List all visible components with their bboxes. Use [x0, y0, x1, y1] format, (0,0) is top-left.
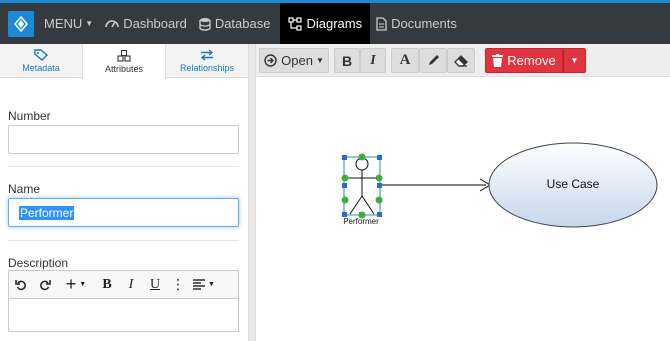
tab-relationships-label: Relationships — [179, 62, 235, 73]
diagram-panel: Open ▼ B I A Remove ▼ Use Case Performer — [256, 44, 670, 341]
diagram-toolbar: Open ▼ B I A Remove ▼ — [256, 44, 670, 77]
bold-icon: B — [102, 276, 112, 292]
association-connector[interactable] — [380, 178, 491, 192]
align-button[interactable]: ▼ — [189, 271, 219, 298]
tab-metadata[interactable]: Metadata — [0, 44, 82, 77]
document-icon — [376, 16, 387, 31]
bold-button[interactable]: B — [334, 48, 360, 73]
open-button[interactable]: Open ▼ — [259, 48, 329, 73]
font-button[interactable]: A — [391, 48, 419, 73]
resize-handle[interactable] — [377, 183, 382, 188]
remove-options-button[interactable]: ▼ — [563, 48, 586, 73]
caret-down-icon: ▼ — [208, 281, 215, 288]
diagram-icon — [288, 16, 303, 31]
app-logo[interactable] — [8, 10, 34, 37]
underline-icon: U — [149, 276, 161, 292]
redo-icon — [40, 279, 51, 290]
top-navbar: MENU ▼ Dashboard Database Diagrams Docum… — [0, 0, 670, 44]
caret-down-icon: ▼ — [79, 281, 87, 288]
tab-attributes-label: Attributes — [104, 63, 144, 74]
resize-handle[interactable] — [342, 183, 347, 188]
tag-icon — [34, 48, 48, 61]
tab-metadata-label: Metadata — [22, 62, 60, 73]
remove-button[interactable]: Remove — [485, 48, 563, 73]
caret-down-icon: ▼ — [570, 56, 579, 65]
properties-tabs: Metadata Attributes Relationships — [0, 44, 248, 79]
panel-splitter[interactable] — [249, 44, 256, 341]
resize-handle[interactable] — [342, 212, 347, 217]
diagram-svg: Use Case Performer — [341, 142, 658, 228]
properties-panel: Metadata Attributes Relationships Number… — [0, 44, 249, 341]
nav-diagrams-label: Diagrams — [306, 16, 363, 31]
description-label: Description — [8, 256, 69, 270]
remove-label: Remove — [507, 53, 556, 68]
dashboard-icon — [105, 19, 120, 27]
name-value: Performer — [19, 206, 75, 220]
align-left-icon — [193, 279, 206, 290]
diagram-canvas[interactable]: Use Case Performer — [256, 78, 670, 341]
italic-button[interactable]: I — [360, 48, 386, 73]
number-field[interactable] — [8, 125, 239, 154]
font-icon: A — [399, 52, 411, 68]
underline-button[interactable]: U — [143, 271, 167, 298]
divider — [8, 166, 239, 167]
redo-button[interactable] — [33, 271, 57, 298]
nav-database[interactable]: Database — [193, 3, 277, 44]
caret-down-icon: ▼ — [315, 56, 324, 65]
actor-shape[interactable] — [348, 157, 376, 215]
italic-button[interactable]: I — [119, 271, 143, 298]
nav-dashboard[interactable]: Dashboard — [99, 3, 193, 44]
description-editor-toolbar: + ▼ B I U ⋮ ▼ — [8, 270, 239, 299]
bold-button[interactable]: B — [95, 271, 119, 298]
connection-point[interactable] — [358, 211, 366, 219]
nav-dashboard-label: Dashboard — [123, 16, 187, 31]
bold-icon: B — [341, 52, 353, 69]
nav-diagrams[interactable]: Diagrams — [280, 3, 371, 44]
connection-point[interactable] — [375, 174, 383, 182]
undo-icon — [15, 279, 26, 290]
name-label: Name — [8, 182, 41, 196]
tab-attributes[interactable]: Attributes — [82, 44, 166, 79]
connection-point[interactable] — [341, 174, 349, 182]
resize-handle[interactable] — [377, 212, 382, 217]
use-case-label: Use Case — [547, 177, 600, 191]
connection-point[interactable] — [375, 196, 383, 204]
italic-icon: I — [128, 276, 134, 292]
exchange-icon — [200, 48, 214, 61]
pencil-icon — [428, 55, 439, 65]
eraser-icon — [454, 54, 468, 67]
connection-point[interactable] — [358, 153, 366, 161]
tab-relationships[interactable]: Relationships — [166, 44, 248, 77]
italic-icon: I — [370, 52, 376, 68]
nav-database-label: Database — [214, 16, 271, 31]
arrow-circle-right-icon — [264, 54, 277, 67]
divider — [8, 240, 239, 241]
undo-button[interactable] — [9, 271, 33, 298]
plus-icon: + — [65, 274, 77, 294]
database-icon — [199, 17, 211, 31]
insert-button[interactable]: + ▼ — [57, 271, 95, 298]
description-editor[interactable] — [8, 299, 239, 332]
caret-down-icon: ▼ — [85, 19, 94, 28]
menu-dropdown[interactable]: MENU ▼ — [38, 3, 99, 44]
nav-documents-label: Documents — [391, 16, 457, 31]
number-label: Number — [8, 109, 51, 123]
eraser-button[interactable] — [447, 48, 475, 73]
pencil-button[interactable] — [419, 48, 447, 73]
open-label: Open — [281, 53, 313, 68]
cubes-icon — [117, 49, 131, 62]
menu-label: MENU — [44, 16, 83, 31]
more-button[interactable]: ⋮ — [167, 271, 189, 298]
resize-handle[interactable] — [342, 155, 347, 160]
more-vertical-icon: ⋮ — [171, 276, 185, 292]
trash-icon — [492, 54, 504, 67]
name-field[interactable]: Performer — [8, 198, 239, 227]
connection-point[interactable] — [341, 196, 349, 204]
resize-handle[interactable] — [377, 155, 382, 160]
nav-documents[interactable]: Documents — [370, 3, 463, 44]
